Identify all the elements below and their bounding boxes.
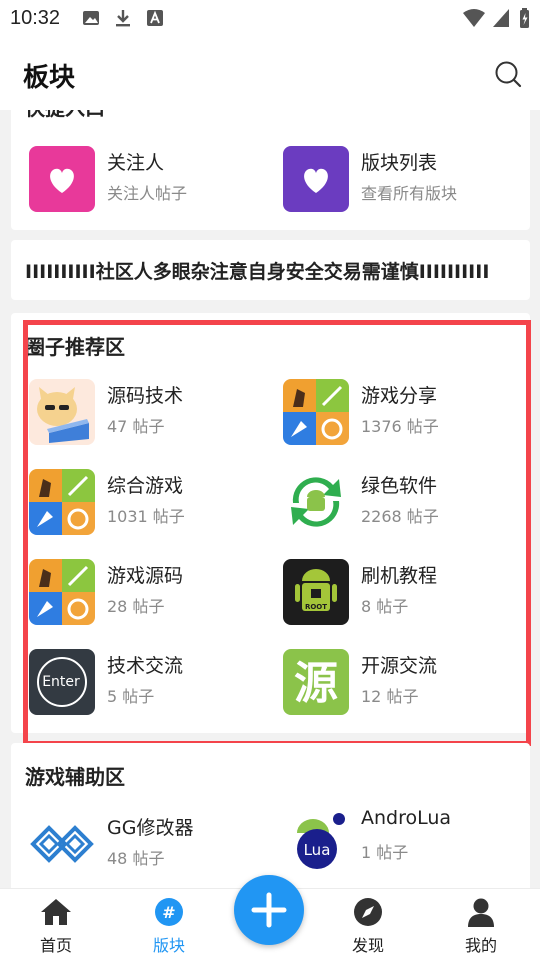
- image-notification-icon: [83, 11, 99, 25]
- nav-label: 版块: [152, 936, 185, 955]
- search-icon[interactable]: [494, 60, 522, 88]
- nav-label: 首页: [39, 936, 72, 955]
- tile-subtitle: 48 帖子: [107, 849, 165, 868]
- status-bar: 10:32: [0, 0, 540, 38]
- nav-sections[interactable]: # 版块: [129, 889, 209, 960]
- app-bar: 板块: [0, 38, 540, 110]
- tile-name: 关注人: [107, 152, 165, 174]
- battery-charging-icon: [520, 8, 529, 28]
- status-time: 10:32: [10, 7, 61, 29]
- compass-icon: [354, 898, 382, 926]
- tile-subtitle: 1 帖子: [361, 843, 409, 862]
- tile-subtitle: 查看所有版块: [361, 184, 458, 203]
- quick-entry-card: 快捷入口 关注人 关注人帖子 版块列表 查看所有版块: [11, 110, 530, 230]
- page-title: 板块: [23, 63, 76, 93]
- home-icon: [41, 899, 71, 925]
- game-assist-item[interactable]: Lua AndroLua 1 帖子: [283, 805, 523, 871]
- tile-name: 版块列表: [361, 152, 438, 174]
- nav-me[interactable]: 我的: [441, 889, 521, 960]
- download-icon: [116, 10, 130, 27]
- forum-section-list[interactable]: 快捷入口 关注人 关注人帖子 版块列表 查看所有版块 IIIIIIIIII社区人…: [0, 110, 540, 888]
- game-assist-item[interactable]: GG修改器 48 帖子: [29, 811, 269, 877]
- notice-banner: IIIIIIIIII社区人多眼杂注意自身安全交易需谨慎IIIIIIIIII: [11, 240, 530, 300]
- font-app-icon: [147, 10, 163, 26]
- nav-discover[interactable]: 发现: [328, 889, 408, 960]
- quick-entry-follow[interactable]: 关注人 关注人帖子: [29, 146, 269, 212]
- section-title: 游戏辅助区: [25, 765, 125, 789]
- heart-icon: [283, 146, 349, 212]
- notice-text: IIIIIIIIII社区人多眼杂注意自身安全交易需谨慎IIIIIIIIII: [25, 261, 490, 283]
- nav-label: 发现: [351, 936, 384, 955]
- hashtag-icon: #: [155, 898, 183, 926]
- create-post-button[interactable]: [234, 875, 304, 945]
- game-assist-card: 游戏辅助区 GG修改器 48 帖子 Lua AndroLua 1 帖子: [11, 743, 530, 888]
- nav-home[interactable]: 首页: [16, 889, 96, 960]
- plus-icon: [251, 892, 287, 928]
- quick-entry-section-list[interactable]: 版块列表 查看所有版块: [283, 146, 523, 212]
- cell-signal-icon: [493, 9, 509, 27]
- tile-name: GG修改器: [107, 817, 194, 839]
- section-title: 快捷入口: [25, 110, 105, 121]
- nav-label: 我的: [464, 936, 497, 955]
- lua-label: Lua: [304, 841, 331, 859]
- person-icon: [468, 898, 494, 927]
- heart-icon: [29, 146, 95, 212]
- tile-name: AndroLua: [361, 807, 452, 829]
- wifi-icon: [463, 9, 485, 27]
- androlua-icon: Lua: [283, 805, 349, 871]
- gg-logo-icon: [29, 811, 95, 877]
- svg-text:#: #: [162, 903, 175, 922]
- highlight-frame: [23, 320, 531, 746]
- tile-subtitle: 关注人帖子: [107, 184, 188, 203]
